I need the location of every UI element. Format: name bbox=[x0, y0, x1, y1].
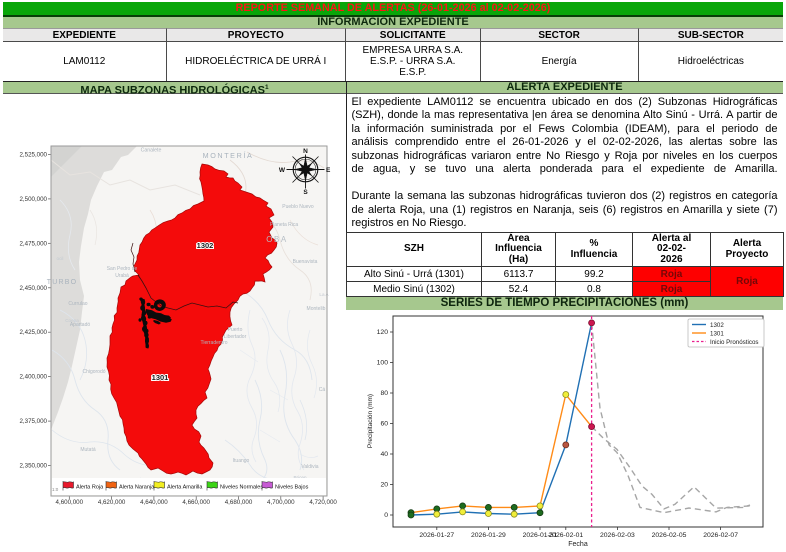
svg-text:2,525,000: 2,525,000 bbox=[19, 151, 47, 158]
svg-text:2026-02-01: 2026-02-01 bbox=[548, 532, 583, 539]
svg-text:2,450,000: 2,450,000 bbox=[19, 285, 47, 292]
svg-text:4,660,000: 4,660,000 bbox=[182, 499, 210, 506]
svg-text:2,400,000: 2,400,000 bbox=[19, 374, 47, 381]
svg-text:Alerta Naranja: Alerta Naranja bbox=[119, 485, 155, 491]
svg-text:0: 0 bbox=[384, 512, 388, 519]
svg-text:Alerta Roja: Alerta Roja bbox=[76, 485, 104, 491]
svg-text:Buenavista: Buenavista bbox=[293, 259, 318, 265]
svg-text:Puerto: Puerto bbox=[228, 327, 243, 333]
svg-text:20: 20 bbox=[380, 482, 388, 489]
svg-text:4,680,000: 4,680,000 bbox=[225, 499, 253, 506]
svg-text:4,700,000: 4,700,000 bbox=[267, 499, 295, 506]
svg-text:OBA: OBA bbox=[266, 235, 287, 244]
svg-text:2026-02-03: 2026-02-03 bbox=[600, 532, 635, 539]
svg-text:MONTERÍA: MONTERÍA bbox=[203, 151, 254, 160]
svg-text:Mutatá: Mutatá bbox=[80, 447, 96, 453]
svg-text:4,720,000: 4,720,000 bbox=[309, 499, 337, 506]
svg-text:Alerta Amarilla: Alerta Amarilla bbox=[167, 485, 203, 491]
svg-text:Montelib: Montelib bbox=[307, 306, 326, 312]
svg-text:2026-02-05: 2026-02-05 bbox=[652, 532, 687, 539]
svg-text:2,375,000: 2,375,000 bbox=[19, 418, 47, 425]
svg-text:2,425,000: 2,425,000 bbox=[19, 329, 47, 336]
svg-text:Currulao: Currulao bbox=[68, 301, 87, 307]
svg-text:120: 120 bbox=[377, 329, 389, 336]
svg-text:1301: 1301 bbox=[152, 373, 169, 382]
svg-text:1:0: 1:0 bbox=[52, 487, 59, 492]
svg-text:2,475,000: 2,475,000 bbox=[19, 240, 47, 247]
svg-text:Fecha: Fecha bbox=[568, 541, 588, 548]
svg-text:ocil: ocil bbox=[57, 256, 64, 261]
svg-text:Planeta Rica: Planeta Rica bbox=[270, 222, 299, 228]
svg-text:La A: La A bbox=[319, 292, 329, 297]
svg-text:Pueblo Nuevo: Pueblo Nuevo bbox=[282, 204, 314, 210]
svg-text:1301: 1301 bbox=[710, 331, 724, 338]
svg-text:4,620,000: 4,620,000 bbox=[98, 499, 126, 506]
svg-text:N: N bbox=[303, 148, 308, 155]
svg-text:Niveles Normales: Niveles Normales bbox=[220, 485, 263, 491]
svg-text:Ituango: Ituango bbox=[233, 458, 250, 464]
svg-text:Precipitación (mm): Precipitación (mm) bbox=[367, 394, 374, 448]
svg-text:2,350,000: 2,350,000 bbox=[19, 463, 47, 470]
svg-text:4,600,000: 4,600,000 bbox=[56, 499, 84, 506]
svg-text:W: W bbox=[279, 167, 286, 174]
svg-text:2026-01-27: 2026-01-27 bbox=[419, 532, 454, 539]
svg-text:Tierradentro: Tierradentro bbox=[200, 340, 227, 346]
svg-text:Inicio Pronósticos: Inicio Pronósticos bbox=[710, 339, 759, 346]
svg-text:80: 80 bbox=[380, 390, 388, 397]
svg-text:Valdivia: Valdivia bbox=[301, 464, 318, 470]
svg-text:Urabá: Urabá bbox=[115, 273, 129, 279]
svg-text:Chigorodó: Chigorodó bbox=[82, 369, 105, 375]
svg-text:Niveles Bajos: Niveles Bajos bbox=[275, 485, 309, 491]
svg-text:S: S bbox=[303, 189, 308, 196]
svg-text:60: 60 bbox=[380, 421, 388, 428]
svg-text:San Pedro de: San Pedro de bbox=[107, 266, 138, 272]
svg-text:Cá: Cá bbox=[319, 387, 326, 393]
svg-text:1302: 1302 bbox=[710, 322, 724, 329]
svg-text:100: 100 bbox=[377, 360, 389, 367]
svg-text:4,640,000: 4,640,000 bbox=[140, 499, 168, 506]
svg-text:2,500,000: 2,500,000 bbox=[19, 196, 47, 203]
svg-text:Canalete: Canalete bbox=[141, 148, 162, 154]
svg-text:40: 40 bbox=[380, 451, 388, 458]
svg-text:Coepa: Coepa bbox=[65, 318, 79, 323]
svg-text:2026-02-07: 2026-02-07 bbox=[703, 532, 738, 539]
svg-text:2026-01-29: 2026-01-29 bbox=[471, 532, 506, 539]
svg-text:E: E bbox=[326, 167, 331, 174]
svg-text:1302: 1302 bbox=[197, 241, 214, 250]
